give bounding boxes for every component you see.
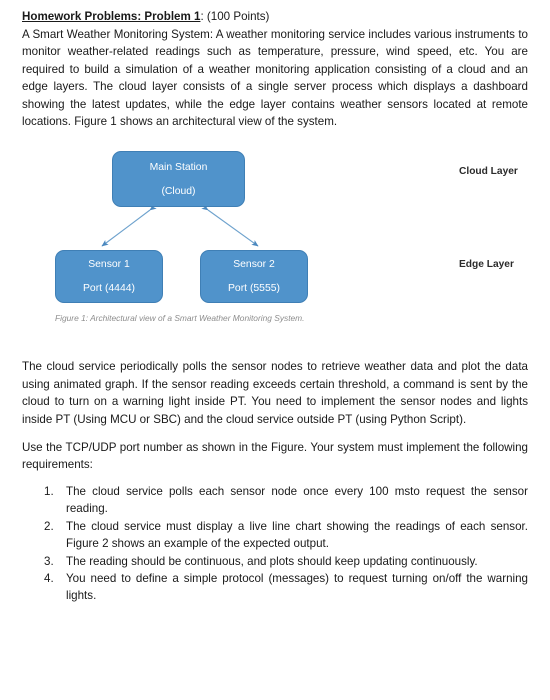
figure-connectors (101, 204, 259, 247)
list-item-text: The cloud service must display a live li… (66, 519, 528, 551)
document-page: Homework Problems: Problem 1: (100 Point… (0, 0, 550, 700)
list-item: 2. The cloud service must display a live… (22, 518, 528, 553)
list-item-text: The reading should be continuous, and pl… (66, 554, 478, 568)
intro-paragraph: A Smart Weather Monitoring System: A wea… (22, 28, 528, 129)
list-item-number: 4. (44, 571, 54, 585)
list-item-text: You need to define a simple protocol (me… (66, 571, 528, 603)
layer-label-cloud: Cloud Layer (459, 166, 518, 178)
list-item-number: 2. (44, 519, 54, 533)
spacer-before-requirements (22, 428, 528, 439)
layer-label-edge: Edge Layer (459, 259, 514, 271)
diagram-node-sensor-2[interactable]: Sensor 2 Port (5555) (200, 250, 308, 304)
sensor-2-title: Sensor 2 (233, 259, 275, 271)
architecture-figure: Main Station (Cloud) Sensor 1 Port (4444… (22, 142, 528, 342)
sensor-1-title: Sensor 1 (88, 259, 130, 271)
page-title-points: : (100 Points) (200, 10, 270, 23)
diagram-node-main-station[interactable]: Main Station (Cloud) (112, 151, 245, 208)
list-item: 3. The reading should be continuous, and… (22, 553, 528, 570)
requirements-list: 1. The cloud service polls each sensor n… (22, 483, 528, 605)
main-station-subtitle: (Cloud) (161, 185, 196, 197)
list-item: 4. You need to define a simple protocol … (22, 570, 528, 605)
page-title: Homework Problems: Problem 1: (100 Point… (22, 8, 528, 25)
list-item-number: 1. (44, 484, 54, 498)
middle-paragraph: The cloud service periodically polls the… (22, 360, 528, 426)
main-station-title: Main Station (149, 161, 208, 173)
diagram-node-sensor-1[interactable]: Sensor 1 Port (4444) (55, 250, 163, 304)
list-item: 1. The cloud service polls each sensor n… (22, 483, 528, 518)
requirements-intro: Use the TCP/UDP port number as shown in … (22, 441, 528, 472)
list-item-number: 3. (44, 554, 54, 568)
figure-caption: Figure 1: Architectural view of a Smart … (55, 313, 305, 324)
list-item-text: The cloud service polls each sensor node… (66, 484, 528, 516)
spacer-after-figure (22, 342, 528, 358)
sensor-2-port: Port (5555) (228, 283, 280, 295)
sensor-1-port: Port (4444) (83, 283, 135, 295)
page-title-emphasis: Homework Problems: Problem 1 (22, 10, 201, 23)
